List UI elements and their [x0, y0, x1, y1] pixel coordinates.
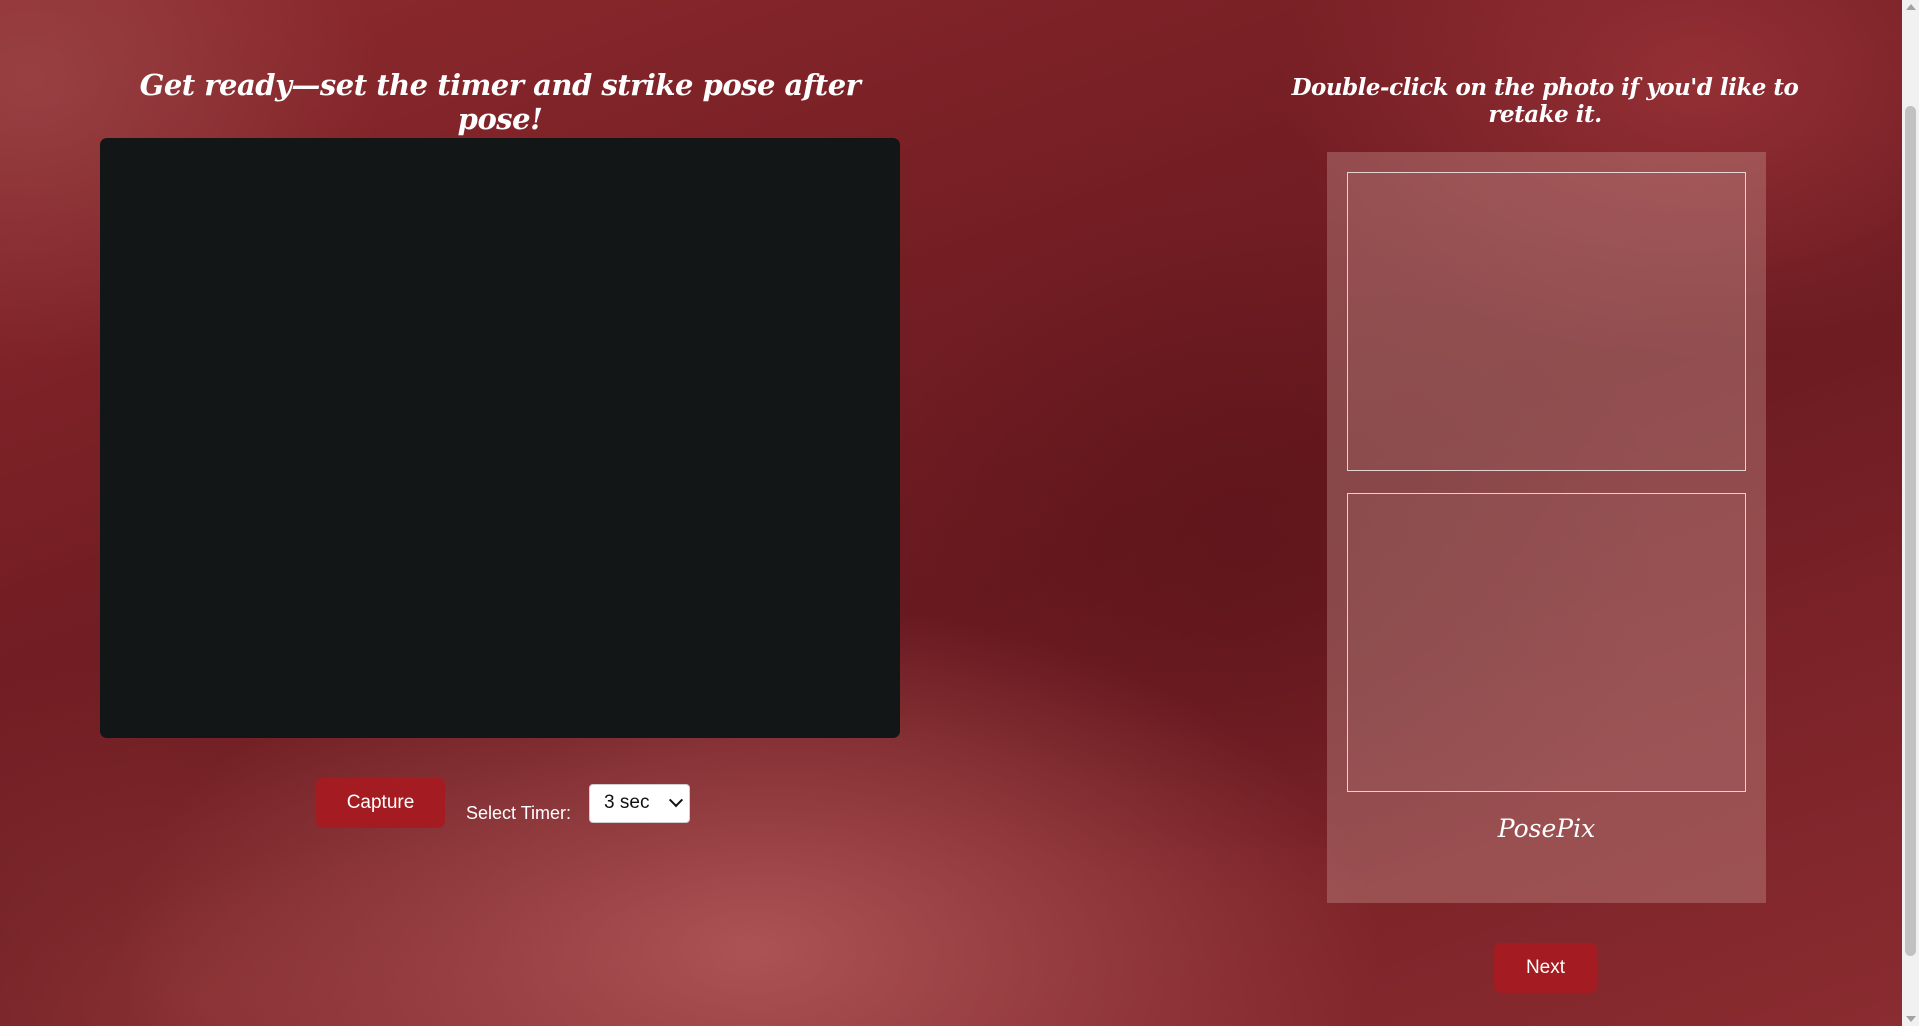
camera-preview — [100, 138, 900, 738]
capture-button[interactable]: Capture — [316, 778, 445, 828]
page-scrollbar[interactable] — [1902, 0, 1919, 1026]
timer-select-value: 3 sec — [604, 792, 650, 813]
photo-strip: PosePix — [1327, 152, 1766, 903]
scroll-down-icon[interactable] — [1906, 1016, 1916, 1022]
next-button[interactable]: Next — [1494, 943, 1597, 993]
chevron-down-icon — [668, 793, 684, 808]
capture-controls: Capture Select Timer: 3 sec — [316, 778, 691, 828]
left-instruction-heading: Get ready—set the timer and strike pose … — [139, 68, 861, 136]
timer-label: Select Timer: — [466, 802, 572, 823]
right-instruction-heading: Double-click on the photo if you'd like … — [1291, 74, 1799, 128]
scroll-up-icon[interactable] — [1906, 4, 1916, 10]
timer-select[interactable]: 3 sec — [589, 783, 691, 823]
photo-strip-brand: PosePix — [1497, 814, 1596, 843]
photo-slot-1[interactable] — [1347, 172, 1746, 471]
photo-slot-2[interactable] — [1347, 493, 1746, 792]
scrollbar-thumb[interactable] — [1905, 106, 1916, 956]
